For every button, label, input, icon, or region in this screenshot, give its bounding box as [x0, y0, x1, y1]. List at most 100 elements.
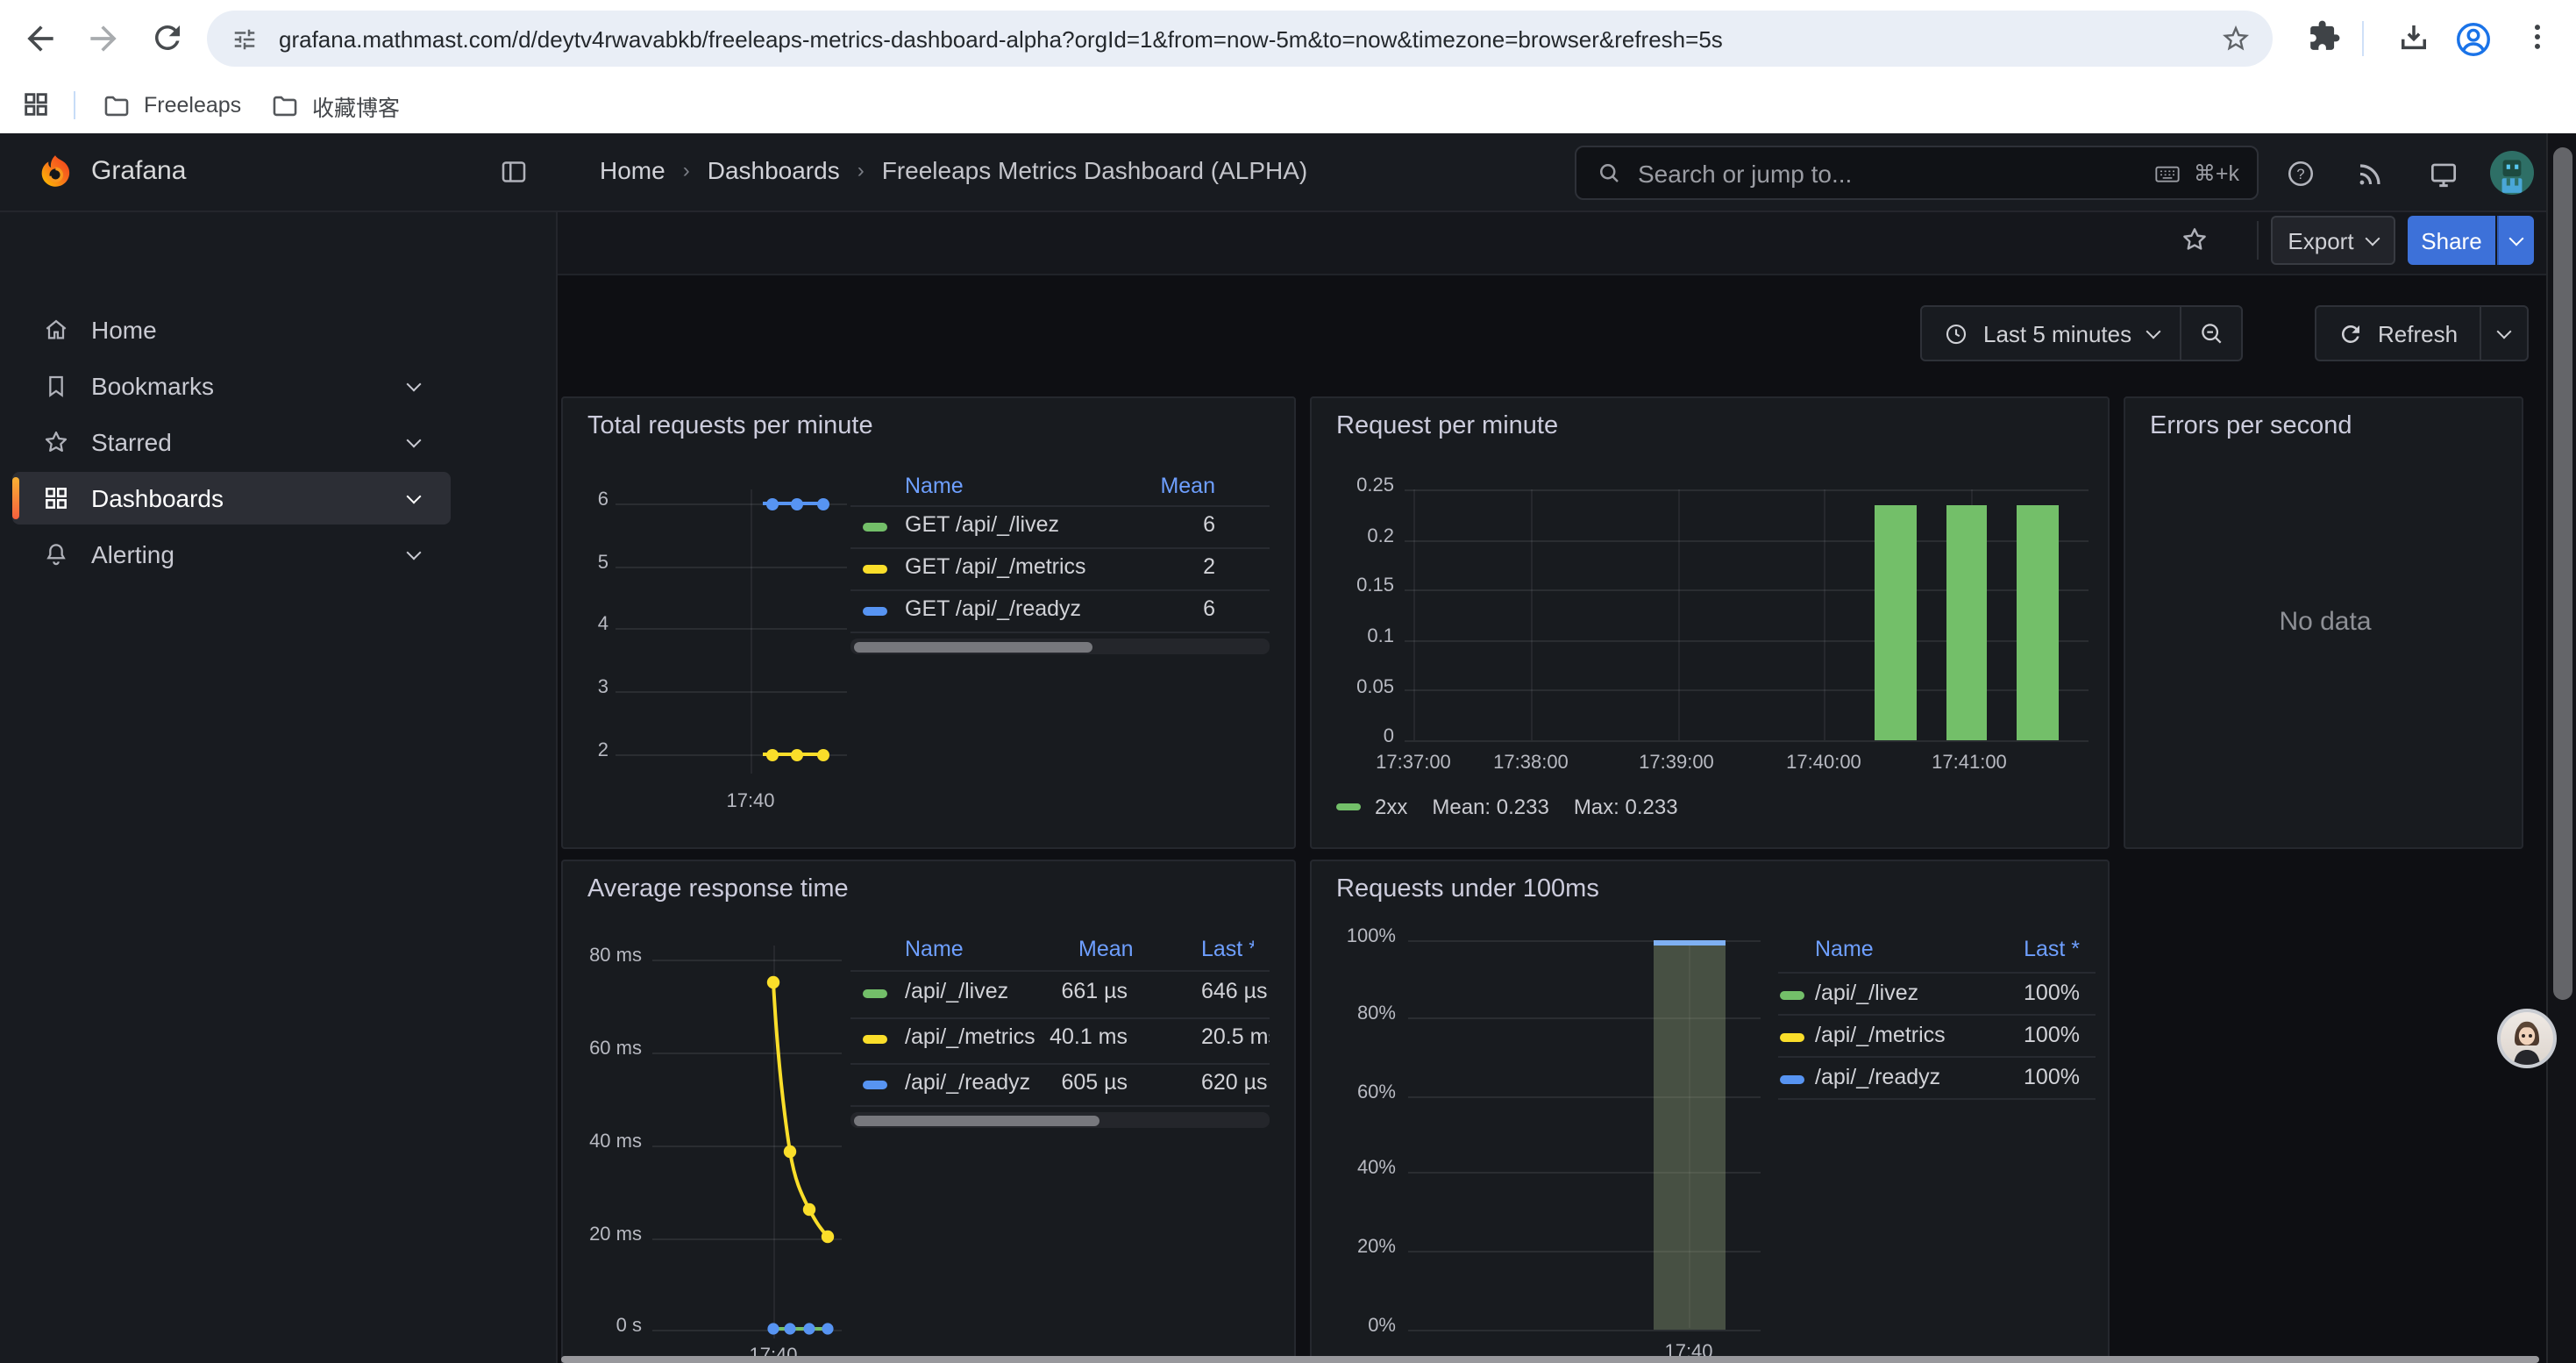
forward-icon[interactable] — [84, 19, 123, 58]
assistant-avatar[interactable] — [2497, 1009, 2557, 1068]
gridline — [1405, 740, 2089, 742]
legend-max: Max: 0.233 — [1574, 795, 1678, 819]
scrollbar-thumb[interactable] — [854, 641, 1092, 652]
col-header-name[interactable]: Name — [905, 937, 964, 961]
menu-kebab-icon[interactable] — [2520, 19, 2558, 58]
cell-mean: 661 µs — [1022, 979, 1128, 1003]
col-header-mean[interactable]: Mean — [1160, 474, 1215, 498]
gridline — [616, 567, 847, 568]
share-button[interactable]: Share — [2408, 216, 2495, 265]
breadcrumb-home[interactable]: Home — [600, 156, 665, 184]
y-tick: 0.15 — [1317, 575, 1394, 596]
share-dropdown-button[interactable] — [2497, 216, 2534, 265]
chevron-down-icon — [2496, 324, 2511, 339]
back-icon[interactable] — [21, 19, 60, 58]
sidebar-item-home[interactable]: Home — [12, 303, 451, 356]
table-divider — [1778, 1056, 2096, 1058]
user-avatar[interactable] — [2490, 151, 2534, 195]
profile-icon[interactable] — [2453, 19, 2492, 58]
chevron-down-icon[interactable] — [407, 545, 422, 560]
col-header-name[interactable]: Name — [1815, 937, 1874, 961]
x-tick: 17:37:00 — [1361, 753, 1466, 774]
col-header-mean[interactable]: Mean — [1078, 937, 1128, 961]
horizontal-scrollbar-thumb[interactable] — [561, 1356, 2539, 1363]
export-button[interactable]: Export — [2271, 216, 2395, 265]
url-text: grafana.mathmast.com/d/deytv4rwavabkb/fr… — [279, 25, 2199, 52]
screen: grafana.mathmast.com/d/deytv4rwavabkb/fr… — [0, 0, 2576, 1363]
time-controls-group: Last 5 minutes — [1920, 305, 2242, 361]
brand-name: Grafana — [91, 156, 186, 186]
refresh-button[interactable]: Refresh — [2316, 320, 2479, 346]
bar-top-cap — [1653, 940, 1726, 946]
news-rss-icon[interactable] — [2355, 158, 2387, 189]
breadcrumb-separator: › — [857, 158, 865, 182]
panel-under-100ms[interactable]: Requests under 100ms 100% 80% 60% 40% 20… — [1310, 860, 2110, 1363]
bar-2xx — [1875, 505, 1916, 740]
address-bar[interactable]: grafana.mathmast.com/d/deytv4rwavabkb/fr… — [207, 11, 2273, 67]
chevron-down-icon[interactable] — [407, 432, 422, 447]
panel-avg-response-time[interactable]: Average response time 80 ms 60 ms 40 ms … — [561, 860, 1296, 1363]
grafana-logo[interactable] — [35, 153, 75, 193]
chevron-down-icon[interactable] — [407, 376, 422, 391]
col-header-last[interactable]: Last * — [2024, 937, 2080, 961]
refresh-interval-dropdown[interactable] — [2480, 331, 2526, 336]
table-divider — [850, 547, 1270, 549]
bookmark-folder-freeleaps[interactable]: Freeleaps — [102, 84, 241, 126]
panel-errors-per-second[interactable]: Errors per second No data — [2124, 396, 2523, 849]
legend-table: Name Mean GET /api/_/livez 6 GET /api/_/… — [850, 472, 1270, 665]
data-point — [791, 497, 803, 510]
site-settings-icon[interactable] — [231, 25, 258, 52]
cell-name: GET /api/_/livez — [905, 512, 1059, 537]
dashboard-actions-bar — [558, 212, 2546, 275]
scrollbar-thumb[interactable] — [2553, 147, 2572, 1000]
zoom-out-button[interactable] — [2181, 319, 2240, 347]
sidebar-item-label: Dashboards — [91, 484, 224, 512]
series-color-dash — [1780, 991, 1804, 999]
panel-title: Total requests per minute — [587, 412, 873, 440]
y-tick: 0 — [1317, 726, 1394, 747]
cell-mean: 6 — [1203, 596, 1215, 621]
time-range-picker[interactable]: Last 5 minutes — [1922, 320, 2179, 346]
data-point — [765, 497, 778, 510]
bookmark-star-icon[interactable] — [2220, 23, 2252, 54]
extensions-icon[interactable] — [2308, 19, 2346, 58]
clock-icon — [1943, 320, 1969, 346]
panel-total-requests[interactable]: Total requests per minute 6 5 4 3 2 17:4… — [561, 396, 1296, 849]
favorite-star-icon[interactable] — [2180, 225, 2210, 254]
breadcrumb: Home › Dashboards › Freeleaps Metrics Da… — [600, 156, 1307, 184]
table-hscrollbar[interactable] — [850, 639, 1270, 654]
keyboard-icon — [2150, 159, 2185, 187]
y-tick: 0.2 — [1317, 526, 1394, 547]
panel-request-per-minute[interactable]: Request per minute 0.25 0.2 0.15 0.1 0.0… — [1310, 396, 2110, 849]
col-header-last[interactable]: Last * — [1201, 937, 1254, 961]
toolbar-divider — [2362, 21, 2364, 56]
sidebar-item-bookmarks[interactable]: Bookmarks — [12, 360, 451, 412]
legend[interactable]: 2xx Mean: 0.233 Max: 0.233 — [1336, 795, 1678, 819]
table-hscrollbar[interactable] — [850, 1112, 1270, 1128]
search-input[interactable]: Search or jump to... ⌘+k — [1575, 146, 2259, 200]
cell-mean: 605 µs — [1022, 1070, 1128, 1095]
gridline — [616, 628, 847, 630]
breadcrumb-dashboards[interactable]: Dashboards — [708, 156, 840, 184]
y-tick: 100% — [1317, 926, 1396, 947]
scrollbar-thumb[interactable] — [854, 1115, 1099, 1125]
y-tick: 3 — [566, 677, 608, 698]
sidebar-item-alerting[interactable]: Alerting — [12, 528, 451, 581]
panel-title: Errors per second — [2150, 412, 2352, 440]
legend-series[interactable]: 2xx — [1375, 795, 1407, 819]
cell-last: 620 µs — [1201, 1070, 1270, 1095]
sidebar-item-dashboards[interactable]: Dashboards — [12, 472, 451, 525]
sidebar-collapse-icon[interactable] — [498, 156, 530, 188]
search-icon — [1596, 160, 1622, 186]
monitor-icon[interactable] — [2427, 158, 2459, 189]
downloads-icon[interactable] — [2395, 19, 2434, 58]
help-icon[interactable]: ? — [2285, 158, 2316, 189]
sidebar-item-starred[interactable]: Starred — [12, 416, 451, 468]
bar-2xx — [2017, 505, 2058, 740]
apps-grid-icon[interactable] — [21, 89, 51, 119]
reload-icon[interactable] — [149, 19, 188, 58]
page-scrollbar[interactable] — [2546, 133, 2576, 1363]
col-header-name[interactable]: Name — [905, 474, 964, 498]
bookmark-folder-blogs[interactable]: 收藏博客 — [270, 84, 400, 126]
chevron-down-icon[interactable] — [407, 489, 422, 503]
